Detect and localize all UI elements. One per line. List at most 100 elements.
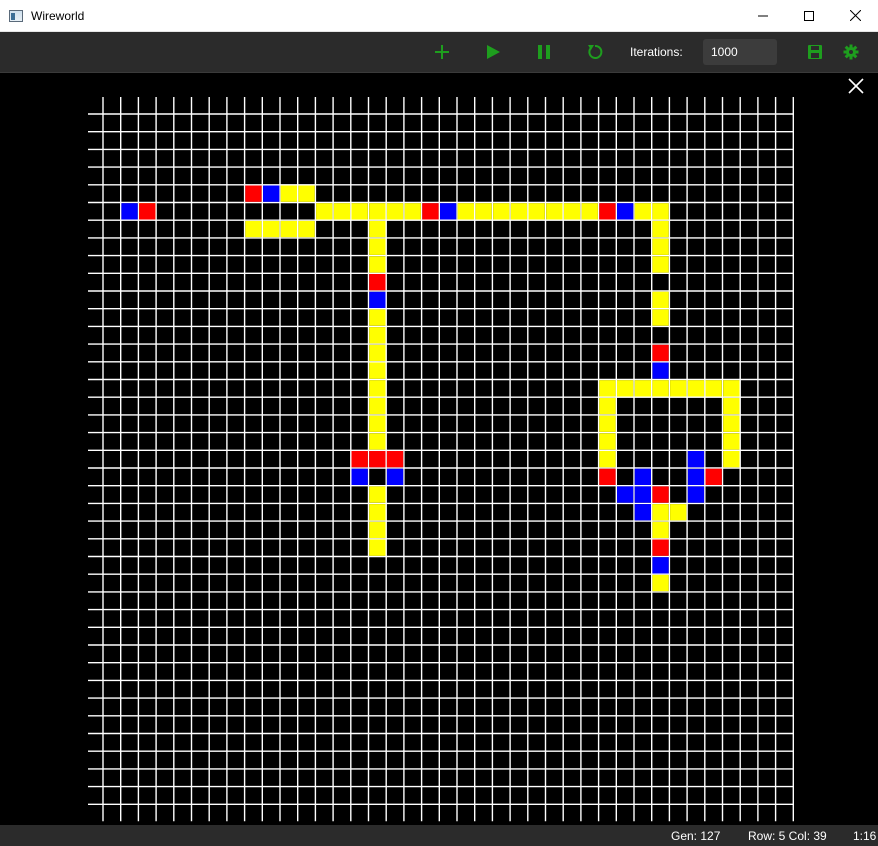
- reset-button[interactable]: [585, 42, 605, 62]
- conductor-cell[interactable]: [652, 504, 669, 521]
- electron-head-cell[interactable]: [687, 486, 705, 503]
- electron-tail-cell[interactable]: [369, 451, 386, 468]
- conductor-cell[interactable]: [599, 433, 616, 450]
- conductor-cell[interactable]: [723, 380, 740, 397]
- wireworld-canvas[interactable]: [0, 73, 878, 825]
- iterations-input[interactable]: [703, 39, 777, 65]
- conductor-cell[interactable]: [369, 504, 386, 521]
- conductor-cell[interactable]: [475, 203, 492, 220]
- electron-head-cell[interactable]: [263, 185, 280, 202]
- electron-head-cell[interactable]: [687, 451, 705, 468]
- conductor-cell[interactable]: [369, 203, 386, 220]
- electron-tail-cell[interactable]: [386, 451, 404, 468]
- conductor-cell[interactable]: [351, 203, 368, 220]
- conductor-cell[interactable]: [652, 220, 669, 238]
- conductor-cell[interactable]: [316, 203, 333, 220]
- conductor-cell[interactable]: [369, 539, 386, 556]
- conductor-cell[interactable]: [457, 203, 474, 220]
- electron-tail-cell[interactable]: [652, 344, 669, 362]
- conductor-cell[interactable]: [369, 238, 386, 255]
- conductor-cell[interactable]: [581, 203, 598, 220]
- conductor-cell[interactable]: [493, 203, 510, 220]
- conductor-cell[interactable]: [546, 203, 563, 220]
- conductor-cell[interactable]: [369, 397, 386, 415]
- pause-button[interactable]: [534, 42, 554, 62]
- conductor-cell[interactable]: [723, 397, 740, 415]
- electron-tail-cell[interactable]: [351, 451, 368, 468]
- conductor-cell[interactable]: [563, 203, 581, 220]
- electron-tail-cell[interactable]: [652, 486, 669, 503]
- conductor-cell[interactable]: [369, 521, 386, 539]
- electron-head-cell[interactable]: [121, 203, 138, 220]
- conductor-cell[interactable]: [652, 256, 669, 273]
- conductor-cell[interactable]: [652, 574, 669, 592]
- electron-tail-cell[interactable]: [599, 468, 616, 485]
- conductor-cell[interactable]: [369, 486, 386, 503]
- conductor-cell[interactable]: [652, 238, 669, 255]
- electron-tail-cell[interactable]: [422, 203, 439, 220]
- cell-grid[interactable]: [0, 73, 878, 825]
- conductor-cell[interactable]: [599, 397, 616, 415]
- electron-head-cell[interactable]: [634, 504, 651, 521]
- new-button[interactable]: [432, 42, 452, 62]
- conductor-cell[interactable]: [404, 203, 421, 220]
- conductor-cell[interactable]: [369, 309, 386, 326]
- conductor-cell[interactable]: [652, 203, 669, 220]
- conductor-cell[interactable]: [599, 451, 616, 468]
- conductor-cell[interactable]: [723, 415, 740, 432]
- conductor-cell[interactable]: [369, 256, 386, 273]
- close-overlay-button[interactable]: [846, 76, 866, 96]
- conductor-cell[interactable]: [298, 220, 315, 238]
- conductor-cell[interactable]: [599, 380, 616, 397]
- conductor-cell[interactable]: [723, 433, 740, 450]
- conductor-cell[interactable]: [369, 415, 386, 432]
- electron-head-cell[interactable]: [652, 362, 669, 379]
- electron-tail-cell[interactable]: [369, 274, 386, 291]
- electron-head-cell[interactable]: [440, 203, 457, 220]
- conductor-cell[interactable]: [599, 415, 616, 432]
- conductor-cell[interactable]: [634, 380, 651, 397]
- conductor-cell[interactable]: [670, 504, 687, 521]
- electron-tail-cell[interactable]: [652, 539, 669, 556]
- conductor-cell[interactable]: [687, 380, 705, 397]
- conductor-cell[interactable]: [723, 451, 740, 468]
- conductor-cell[interactable]: [298, 185, 315, 202]
- electron-head-cell[interactable]: [617, 486, 634, 503]
- electron-head-cell[interactable]: [369, 291, 386, 308]
- conductor-cell[interactable]: [245, 220, 262, 238]
- settings-button[interactable]: [841, 42, 861, 62]
- close-window-button[interactable]: [832, 0, 878, 31]
- conductor-cell[interactable]: [528, 203, 545, 220]
- conductor-cell[interactable]: [634, 203, 651, 220]
- conductor-cell[interactable]: [369, 362, 386, 379]
- conductor-cell[interactable]: [510, 203, 528, 220]
- conductor-cell[interactable]: [652, 309, 669, 326]
- conductor-cell[interactable]: [369, 433, 386, 450]
- save-button[interactable]: [805, 42, 825, 62]
- conductor-cell[interactable]: [263, 220, 280, 238]
- electron-head-cell[interactable]: [652, 557, 669, 574]
- conductor-cell[interactable]: [617, 380, 634, 397]
- electron-tail-cell[interactable]: [599, 203, 616, 220]
- play-button[interactable]: [483, 42, 503, 62]
- conductor-cell[interactable]: [369, 344, 386, 362]
- conductor-cell[interactable]: [369, 380, 386, 397]
- conductor-cell[interactable]: [386, 203, 404, 220]
- electron-head-cell[interactable]: [687, 468, 705, 485]
- electron-head-cell[interactable]: [386, 468, 404, 485]
- electron-head-cell[interactable]: [634, 468, 651, 485]
- conductor-cell[interactable]: [369, 327, 386, 344]
- electron-tail-cell[interactable]: [245, 185, 262, 202]
- conductor-cell[interactable]: [280, 185, 297, 202]
- electron-head-cell[interactable]: [617, 203, 634, 220]
- conductor-cell[interactable]: [705, 380, 722, 397]
- conductor-cell[interactable]: [369, 220, 386, 238]
- conductor-cell[interactable]: [652, 380, 669, 397]
- electron-head-cell[interactable]: [634, 486, 651, 503]
- electron-tail-cell[interactable]: [139, 203, 156, 220]
- electron-head-cell[interactable]: [351, 468, 368, 485]
- maximize-button[interactable]: [786, 0, 832, 31]
- conductor-cell[interactable]: [652, 291, 669, 308]
- conductor-cell[interactable]: [670, 380, 687, 397]
- minimize-button[interactable]: [740, 0, 786, 31]
